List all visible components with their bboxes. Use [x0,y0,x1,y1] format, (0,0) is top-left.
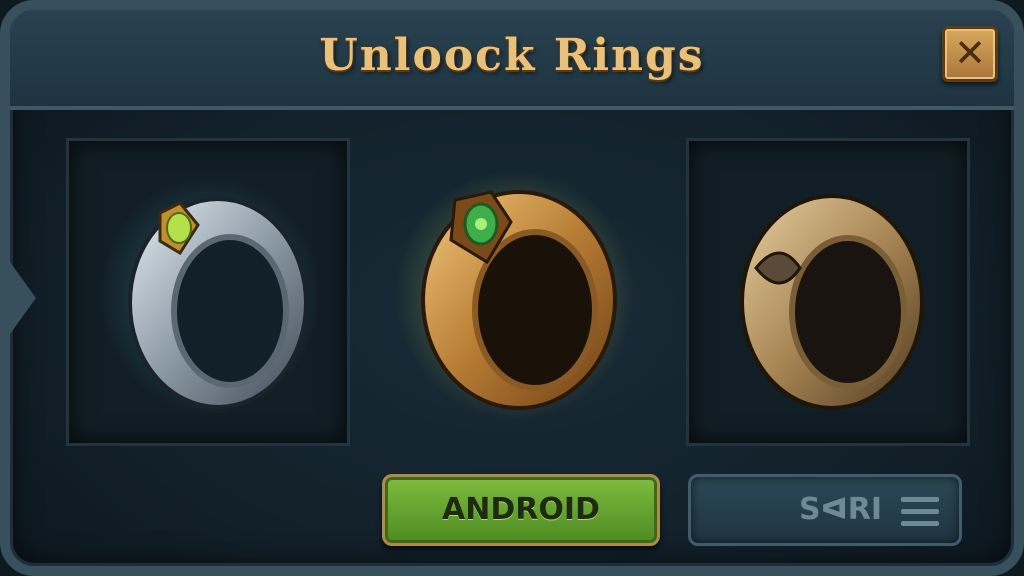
sari-button[interactable]: SᐊRI [688,474,962,546]
close-button[interactable]: ✕ [942,26,998,82]
menu-icon [901,497,939,527]
bronze-ring-icon[interactable] [720,178,940,418]
gold-ring-icon[interactable] [395,170,635,420]
left-arrow-icon[interactable] [10,262,36,334]
silver-ring-icon[interactable] [100,175,320,415]
android-button[interactable]: ANDROID [382,474,660,546]
sari-button-label: SᐊRI [799,492,883,527]
close-icon: ✕ [954,31,986,75]
dialog-title: Unloock Rings [319,30,705,81]
